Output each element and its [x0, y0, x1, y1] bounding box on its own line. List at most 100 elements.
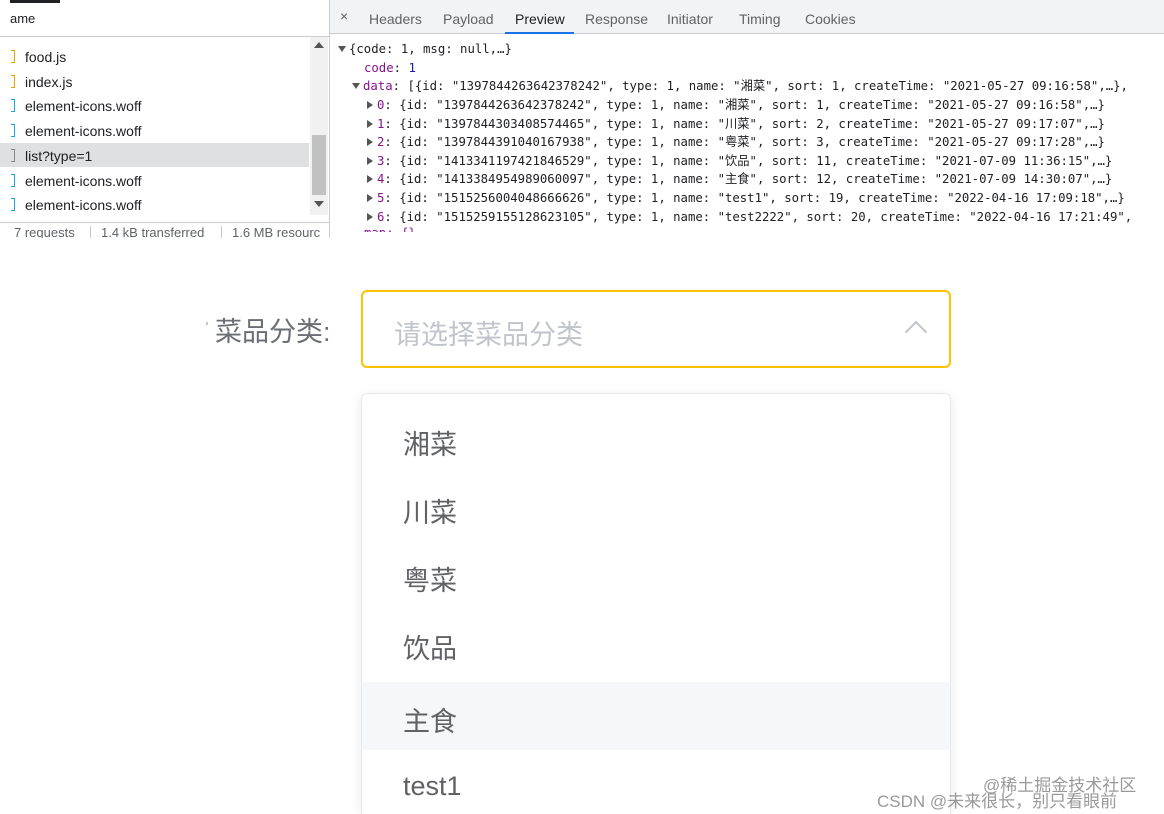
json-map-line: map: {} — [364, 224, 416, 238]
json-index: 2 — [377, 135, 385, 150]
request-row[interactable]: element-icons.woff — [0, 192, 309, 216]
json-index: 1 — [377, 116, 385, 131]
script-file-icon — [11, 50, 15, 63]
json-array-item[interactable]: 4: {id: "1413384954989060097", type: 1, … — [367, 170, 1112, 188]
collapse-arrow-icon[interactable] — [352, 83, 360, 89]
expand-arrow-icon[interactable] — [367, 101, 373, 109]
scroll-up-icon[interactable] — [314, 42, 324, 48]
resources-size: 1.6 MB resourc — [232, 225, 321, 238]
tab-headers[interactable]: Headers — [369, 11, 422, 27]
json-number: 1 — [408, 61, 416, 75]
request-list: ame food.js index.js element-icons.woff ele… — [0, 0, 330, 238]
json-array-item[interactable]: 0: {id: "1397844263642378242", type: 1, … — [367, 96, 1105, 114]
json-data-line[interactable]: data: [{id: "1397844263642378242", type:… — [352, 77, 1128, 95]
font-file-icon — [11, 198, 15, 212]
font-file-icon — [11, 173, 15, 187]
json-root-line[interactable]: {code: 1, msg: null,…} — [338, 40, 512, 58]
request-row[interactable]: food.js — [0, 44, 309, 68]
close-icon[interactable]: × — [340, 8, 348, 24]
option-label: test1 — [403, 771, 462, 801]
status-divider — [221, 226, 222, 238]
request-list-scrollbar[interactable] — [310, 37, 328, 215]
json-index: 4 — [377, 172, 385, 187]
json-item-summary: {id: "1515256004048666626", type: 1, nam… — [399, 191, 1125, 205]
request-row[interactable]: element-icons.woff — [0, 118, 309, 142]
request-detail-pane: × Headers Payload Preview Response Initi… — [330, 0, 1164, 238]
request-name: element-icons.woff — [25, 98, 142, 115]
scrollbar-thumb[interactable] — [312, 135, 326, 195]
csdn-watermark: CSDN @未来很长，别只看眼前 — [877, 792, 1118, 811]
json-item-summary: {id: "1413384954989060097", type: 1, nam… — [399, 172, 1113, 187]
chevron-up-icon[interactable] — [904, 320, 928, 344]
json-array-item[interactable]: 6: {id: "1515259155128623105", type: 1, … — [367, 208, 1132, 226]
request-row[interactable]: index.js — [0, 69, 309, 93]
dropdown-option[interactable]: 川菜 — [362, 460, 950, 528]
dropdown-option[interactable]: 粤菜 — [362, 528, 950, 596]
name-column-header[interactable]: ame — [0, 0, 329, 37]
json-item-summary: {id: "1397844263642378242", type: 1, nam… — [399, 98, 1105, 112]
option-label: 粤菜 — [403, 566, 457, 596]
option-label: 湘菜 — [403, 430, 457, 460]
json-array-item[interactable]: 2: {id: "1397844391040167938", type: 1, … — [367, 133, 1105, 151]
dropdown-option[interactable]: 湘菜 — [362, 394, 950, 460]
request-name: element-icons.woff — [25, 123, 142, 140]
request-row[interactable]: list?type=1 — [0, 142, 309, 167]
request-name: element-icons.woff — [25, 172, 142, 189]
collapse-arrow-icon[interactable] — [338, 46, 346, 52]
json-item-summary: {id: "1413341197421846529", type: 1, nam… — [399, 153, 1113, 168]
dropdown-option[interactable]: 饮品 — [362, 596, 950, 664]
expand-arrow-icon[interactable] — [367, 194, 373, 202]
tab-response[interactable]: Response — [585, 11, 648, 27]
network-status-bar: 7 requests 1.4 kB transferred 1.6 MB res… — [0, 222, 329, 238]
json-data-summary: [{id: "1397844263642378242", type: 1, na… — [407, 79, 1128, 93]
document-file-icon — [11, 148, 15, 162]
json-array-item[interactable]: 1: {id: "1397844303408574465", type: 1, … — [367, 115, 1105, 133]
tab-initiator[interactable]: Initiator — [667, 11, 713, 27]
tab-cookies[interactable]: Cookies — [805, 11, 856, 27]
scroll-down-icon[interactable] — [314, 201, 324, 207]
dropdown-option[interactable]: 主食 — [362, 682, 950, 750]
json-root-summary: {code: 1, msg: null,…} — [349, 42, 512, 56]
json-key: data — [363, 79, 393, 93]
json-item-summary: {id: "1397844303408574465", type: 1, nam… — [399, 116, 1105, 131]
json-index: 6 — [377, 209, 385, 224]
expand-arrow-icon[interactable] — [367, 119, 373, 128]
json-map-partial: map: {} — [364, 226, 416, 238]
transferred-size: 1.4 kB transferred — [101, 225, 205, 238]
expand-arrow-icon[interactable] — [367, 175, 373, 184]
request-name: list?type=1 — [25, 147, 93, 164]
category-label: 菜品分类: — [215, 317, 331, 347]
dropdown-option[interactable]: test1 — [362, 750, 950, 814]
detail-tabbar: × Headers Payload Preview Response Initi… — [330, 0, 1164, 34]
json-index: 0 — [377, 98, 385, 112]
request-name: index.js — [25, 73, 73, 90]
truncated-row-edge — [10, 0, 60, 3]
font-file-icon — [11, 124, 15, 138]
tab-preview[interactable]: Preview — [515, 11, 565, 27]
devtools-network-panel: ame food.js index.js element-icons.woff ele… — [0, 0, 1164, 238]
request-name: food.js — [25, 49, 67, 65]
expand-arrow-icon[interactable] — [367, 212, 373, 221]
category-select[interactable]: 请选择菜品分类 — [361, 290, 951, 368]
json-code-line: code: 1 — [364, 61, 416, 75]
tab-timing[interactable]: Timing — [739, 11, 781, 27]
expand-arrow-icon[interactable] — [367, 156, 373, 165]
json-item-summary: {id: "1515259155128623105", type: 1, nam… — [399, 209, 1133, 224]
json-array-item[interactable]: 5: {id: "1515256004048666626", type: 1, … — [367, 189, 1125, 207]
request-row[interactable]: element-icons.woff — [0, 93, 309, 117]
font-file-icon — [11, 99, 15, 113]
name-column-label: ame — [10, 11, 36, 26]
json-index: 5 — [377, 191, 385, 205]
script-file-icon — [11, 74, 15, 88]
json-item-summary: {id: "1397844391040167938", type: 1, nam… — [399, 135, 1105, 150]
request-row[interactable]: element-icons.woff — [0, 168, 309, 192]
option-label: 川菜 — [403, 498, 457, 528]
expand-arrow-icon[interactable] — [367, 138, 373, 147]
option-label: 主食 — [403, 707, 457, 737]
request-name: element-icons.woff — [25, 197, 142, 214]
select-placeholder: 请选择菜品分类 — [394, 320, 583, 350]
active-tab-indicator — [505, 32, 574, 34]
tab-payload[interactable]: Payload — [443, 11, 494, 27]
json-array-item[interactable]: 3: {id: "1413341197421846529", type: 1, … — [367, 152, 1112, 170]
status-divider — [90, 226, 91, 238]
